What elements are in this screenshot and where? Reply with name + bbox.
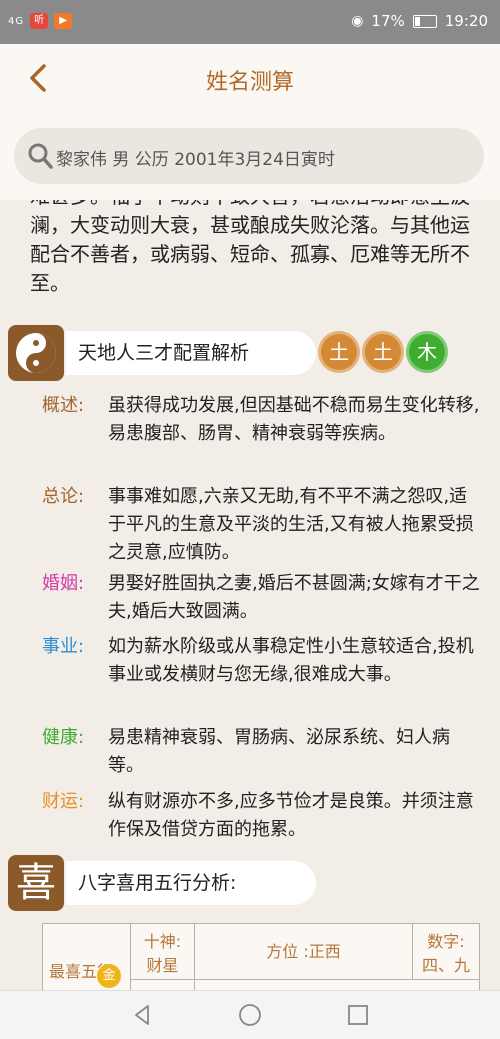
row-label: 概述: — [42, 395, 85, 416]
notification-video-icon: ▶ — [54, 13, 73, 29]
shuzi-cell: 数字: 四、九 — [413, 924, 479, 980]
yin-yang-icon — [8, 325, 64, 381]
battery-icon — [412, 14, 437, 28]
search-query-text: 黎家伟 男 公历 2001年3月24日寅时 — [56, 150, 335, 170]
search-input[interactable]: 黎家伟 男 公历 2001年3月24日寅时 — [14, 128, 484, 184]
row-label: 财运: — [42, 791, 85, 812]
row-text: 男娶好胜固执之妻,婚后不甚圆满;女嫁有才干之夫,婚后大致圆满。 — [108, 573, 480, 622]
recent-square-icon — [348, 1005, 368, 1025]
home-circle-icon — [239, 1004, 261, 1026]
row-label: 事业: — [42, 636, 85, 657]
eye-comfort-icon: ◉ — [351, 13, 364, 29]
row-overview: 概述: 虽获得成功发展,但因基础不稳而易生变化转移,易患腹部、肠胃、精神衰弱等疾… — [42, 392, 482, 448]
row-summary: 总论: 事事难如愿,六亲又无助,有不平不满之怨叹,适于平凡的生意及平淡的生活,又… — [42, 483, 482, 567]
row-text: 纵有财源亦不多,应多节俭才是良策。并须注意作保及借贷方面的拖累。 — [108, 791, 474, 840]
nav-recent-button[interactable] — [346, 1003, 370, 1027]
row-career: 事业: 如为薪水阶级或从事稳定性小生意较适合,投机事业或发横财与您无缘,很难成大… — [42, 633, 482, 689]
nav-home-button[interactable] — [238, 1003, 262, 1027]
section-sancai-header: 天地人三才配置解析 土 土 木 — [8, 325, 498, 383]
row-marriage: 婚姻: 男娶好胜固执之妻,婚后不甚圆满;女嫁有才干之夫,婚后大致圆满。 — [42, 570, 482, 626]
xi-character-icon: 喜 — [8, 855, 64, 911]
next-row-partial-cell: 食神 — [131, 980, 195, 990]
element-badge: 土 — [362, 331, 404, 373]
page-title: 姓名测算 — [205, 70, 294, 95]
notification-app-icon: 听 — [30, 13, 49, 29]
row-health: 健康: 易患精神衰弱、胃肠病、泌尿系统、妇人病等。 — [42, 724, 482, 780]
metal-badge: 金 — [97, 964, 121, 988]
section-bazi-header: 喜 八字喜用五行分析: — [8, 855, 498, 913]
table-row-label-cell: 最喜五行 金 — [43, 924, 131, 990]
system-nav-bar — [0, 990, 500, 1039]
row-label: 健康: — [42, 727, 85, 748]
row-label: 总论: — [42, 486, 85, 507]
section-title: 八字喜用五行分析: — [66, 861, 316, 905]
shishen-cell: 十神: 财星 — [131, 924, 195, 980]
fangwei-cell: 方位 :正西 — [195, 924, 413, 980]
back-triangle-icon — [135, 1005, 149, 1025]
row-label: 婚姻: — [42, 573, 85, 594]
main-content[interactable]: 难甚多。袖手不动则不致大害，若愈活动即愈生波澜，大变动则大衰，甚或酿成失败沦落。… — [0, 200, 500, 990]
app-header: 姓名测算 — [0, 44, 500, 115]
element-badge: 土 — [318, 331, 360, 373]
search-area: 黎家伟 男 公历 2001年3月24日寅时 — [0, 114, 500, 200]
section-title: 天地人三才配置解析 — [66, 331, 316, 375]
row-text: 事事难如愿,六亲又无助,有不平不满之怨叹,适于平凡的生意及平淡的生活,又有被人拖… — [108, 486, 474, 563]
wuxing-table: 最喜五行 金 十神: 财星 方位 :正西 数字: 四、九 食神 — [42, 923, 480, 990]
row-text: 易患精神衰弱、胃肠病、泌尿系统、妇人病等。 — [108, 727, 450, 776]
search-icon — [28, 143, 53, 169]
nav-back-button[interactable] — [130, 1003, 154, 1027]
element-badge: 木 — [406, 331, 448, 373]
row-text: 虽获得成功发展,但因基础不稳而易生变化转移,易患腹部、肠胃、精神衰弱等疾病。 — [108, 395, 480, 444]
clock: 19:20 — [444, 12, 488, 30]
signal-indicator: 4G — [8, 15, 25, 27]
status-bar: 4G 听 ▶ ◉ 17% 19:20 — [0, 0, 500, 44]
battery-percent: 17% — [371, 12, 405, 30]
row-wealth: 财运: 纵有财源亦不多,应多节俭才是良策。并须注意作保及借贷方面的拖累。 — [42, 788, 482, 844]
intro-paragraph: 难甚多。袖手不动则不致大害，若愈活动即愈生波澜，大变动则大衰，甚或酿成失败沦落。… — [30, 200, 470, 295]
row-text: 如为薪水阶级或从事稳定性小生意较适合,投机事业或发横财与您无缘,很难成大事。 — [108, 636, 474, 685]
